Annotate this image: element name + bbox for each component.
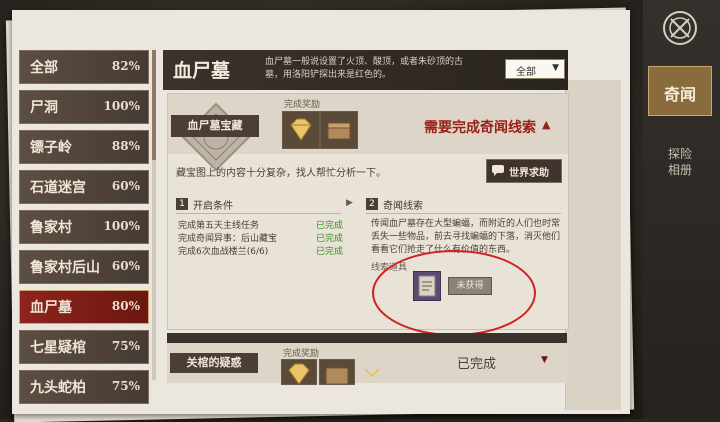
reward-diamond-icon[interactable] [282, 111, 320, 149]
section-number: 1 [176, 198, 188, 210]
reward-title: 完成奖励 [283, 349, 320, 359]
divider [366, 213, 561, 214]
category-item[interactable]: 全部 82% [19, 50, 149, 84]
category-percent: 75% [111, 379, 140, 393]
divider [176, 213, 341, 214]
card-description: 藏宝图上的内容十分复杂，找人帮忙分析一下。 [176, 168, 386, 179]
category-item[interactable]: 尸洞 100% [19, 90, 149, 124]
category-name: 镖子岭 [30, 140, 72, 156]
dropdown-arrow-icon: ▼ [552, 63, 559, 73]
category-item[interactable]: 七星疑棺 75% [19, 330, 149, 364]
tab-anecdotes[interactable]: 奇闻 [648, 66, 712, 116]
condition-text: 完成第五天主线任务 [178, 221, 260, 231]
category-name: 九头蛇柏 [30, 380, 86, 396]
category-percent: 100% [103, 219, 140, 233]
category-item[interactable]: 石道迷宫 60% [19, 170, 149, 204]
quest-status: 需要完成奇闻线索 [424, 120, 536, 136]
red-annotation-circle [372, 250, 536, 336]
world-help-label: 世界求助 [509, 168, 549, 179]
reward-title: 完成奖励 [284, 100, 321, 110]
category-item[interactable]: 九头蛇柏 75% [19, 370, 149, 404]
compass-icon[interactable] [662, 10, 698, 46]
category-percent: 60% [111, 259, 140, 273]
condition-status: 已完成 [316, 234, 344, 244]
reward-diamond-icon[interactable] [281, 359, 317, 385]
paper-side-panel [565, 80, 621, 410]
category-scroll-thumb[interactable] [152, 50, 156, 160]
section-label: 开启条件 [193, 201, 233, 212]
expand-arrow-icon[interactable]: ▼ [541, 355, 548, 365]
medal-emblem-icon [181, 102, 251, 172]
section-label: 奇闻线索 [383, 201, 423, 212]
condition-status: 已完成 [316, 221, 344, 231]
category-name: 鲁家村后山 [30, 260, 100, 276]
chat-icon [492, 165, 504, 176]
filter-value: 全部 [516, 67, 536, 78]
collapse-arrow-icon[interactable]: ▲ [542, 118, 550, 131]
tab-label: 奇闻 [663, 85, 696, 104]
tab-label: 探险 相册 [667, 147, 692, 177]
category-item[interactable]: 镖子岭 88% [19, 130, 149, 164]
quest-status: 已完成 [457, 357, 497, 372]
category-item[interactable]: 鲁家村 100% [19, 210, 149, 244]
category-item[interactable]: 血尸墓 80% [19, 290, 149, 324]
category-item[interactable]: 鲁家村后山 60% [19, 250, 149, 284]
condition-text: 完成奇闻异事：后山藏宝 [178, 234, 278, 244]
category-percent: 80% [111, 299, 140, 313]
treasure-name: 血尸墓宝藏 [171, 115, 259, 137]
world-help-button[interactable]: 世界求助 [486, 159, 562, 183]
tab-explore-album[interactable]: 探险 相册 [650, 130, 710, 178]
category-name: 鲁家村 [30, 220, 72, 236]
page-title: 血尸墓 [173, 60, 231, 82]
condition-text: 完成6次血战楼兰(6/6) [178, 247, 269, 257]
reward-chest-icon[interactable] [320, 111, 358, 149]
reward-chest-icon[interactable] [319, 359, 355, 385]
category-list: 全部 82% 尸洞 100% 镖子岭 88% 石道迷宫 60% 鲁家村 100% 鲁家村后山 60% 血… [19, 50, 149, 410]
filter-dropdown[interactable]: 全部 ▼ [505, 59, 565, 79]
card-top-bar [167, 333, 567, 343]
right-rail [643, 0, 720, 419]
category-percent: 100% [103, 99, 140, 113]
category-name: 全部 [30, 60, 58, 76]
arrow-right-icon: ▶ [346, 198, 353, 208]
quest-name: 关棺的疑惑 [170, 353, 258, 373]
category-percent: 75% [111, 339, 140, 353]
header-description: 血尸墓一般说设置了火顶、酸顶，或者朱砂顶的古墓，用洛阳铲探出来是红色的。 [265, 57, 464, 80]
category-scrollbar[interactable] [152, 50, 156, 380]
section-number: 2 [366, 198, 378, 210]
scroll-down-chevron-icon[interactable] [364, 368, 380, 378]
category-name: 尸洞 [30, 100, 58, 116]
category-percent: 88% [111, 139, 140, 153]
category-percent: 82% [111, 59, 140, 73]
category-name: 血尸墓 [30, 300, 72, 316]
category-name: 七星疑棺 [30, 340, 86, 356]
category-name: 石道迷宫 [30, 180, 86, 196]
condition-status: 已完成 [316, 247, 344, 257]
category-percent: 60% [111, 179, 140, 193]
